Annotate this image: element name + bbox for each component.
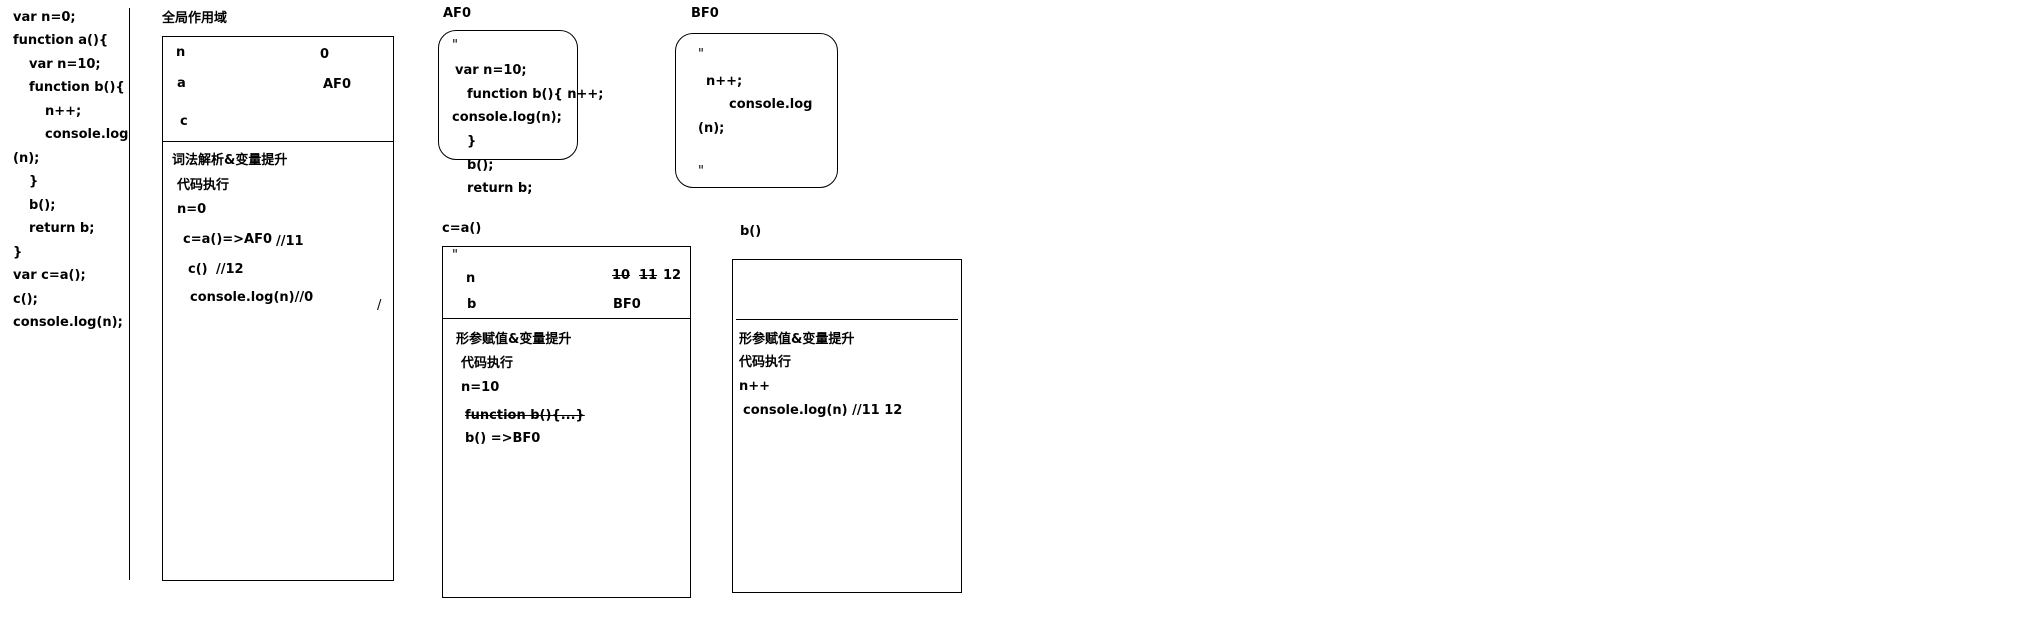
code-line: n++; <box>706 74 743 89</box>
step-text: 代码执行 <box>177 178 230 193</box>
step-text: console.log(n) //11 12 <box>743 403 903 418</box>
code-line: (n); <box>698 121 725 136</box>
var-name: n <box>466 271 476 286</box>
comment-text: //12 <box>216 262 244 277</box>
var-value: BF0 <box>613 297 641 312</box>
code-line: console.log(n); <box>452 110 562 125</box>
divider <box>162 141 394 142</box>
quote-mark: " <box>698 164 704 179</box>
var-name: a <box>177 76 186 91</box>
code-line: b(); <box>29 198 56 213</box>
step-text: console.log(n)//0 <box>190 290 314 305</box>
var-value: AF0 <box>323 77 351 92</box>
code-line: } <box>467 134 477 149</box>
code-line: } <box>29 174 39 189</box>
step-text: c=a()=>AF0 <box>183 232 273 247</box>
code-line: (n); <box>13 151 40 166</box>
b-context-title: b() <box>740 224 762 239</box>
quote-mark: " <box>452 38 458 53</box>
code-line: var c=a(); <box>13 268 86 283</box>
code-line: var n=10; <box>455 63 527 78</box>
step-text: n=10 <box>461 380 500 395</box>
var-value-old: 11 <box>639 268 658 283</box>
var-name: n <box>176 45 186 60</box>
code-line: console.log <box>45 127 129 142</box>
stray-mark: / <box>377 298 382 313</box>
global-scope-title: 全局作用域 <box>162 11 228 26</box>
ca-context-title: c=a() <box>442 221 482 236</box>
quote-mark: " <box>698 47 704 62</box>
code-line: function b(){ <box>29 80 125 95</box>
step-text: 词法解析&变量提升 <box>172 153 288 168</box>
step-text-struck: function b(){...} <box>465 408 585 423</box>
step-text: 代码执行 <box>461 356 514 371</box>
comment-text: //11 <box>276 234 304 249</box>
divider <box>442 318 691 319</box>
af0-title: AF0 <box>443 6 471 21</box>
global-scope-box <box>162 36 394 581</box>
step-text: 形参赋值&变量提升 <box>456 332 572 347</box>
quote-mark: " <box>452 248 458 263</box>
code-line: var n=0; <box>13 10 76 25</box>
code-line: return b; <box>467 181 533 196</box>
var-value: 0 <box>320 47 330 62</box>
code-line: function a(){ <box>13 33 109 48</box>
code-line: console.log(n); <box>13 315 123 330</box>
step-text: n++ <box>739 379 771 394</box>
step-text: 代码执行 <box>739 355 792 370</box>
code-line: n++; <box>45 104 82 119</box>
var-value: 12 <box>663 268 682 283</box>
code-line: console.log <box>729 97 813 112</box>
b-context-box <box>732 259 962 593</box>
bf0-title: BF0 <box>691 6 719 21</box>
code-line: function b(){ n++; <box>467 87 604 102</box>
code-line: var n=10; <box>29 57 101 72</box>
code-line: return b; <box>29 221 95 236</box>
code-line: c(); <box>13 292 38 307</box>
separator-line <box>129 8 130 580</box>
step-text: b() =>BF0 <box>465 431 541 446</box>
code-line: b(); <box>467 158 494 173</box>
step-text: n=0 <box>177 202 207 217</box>
var-name: c <box>180 114 188 129</box>
var-value-old: 10 <box>612 268 631 283</box>
step-text: 形参赋值&变量提升 <box>739 332 855 347</box>
step-text: c() <box>188 262 208 277</box>
var-name: b <box>467 297 477 312</box>
divider <box>736 319 958 320</box>
code-line: } <box>13 245 23 260</box>
